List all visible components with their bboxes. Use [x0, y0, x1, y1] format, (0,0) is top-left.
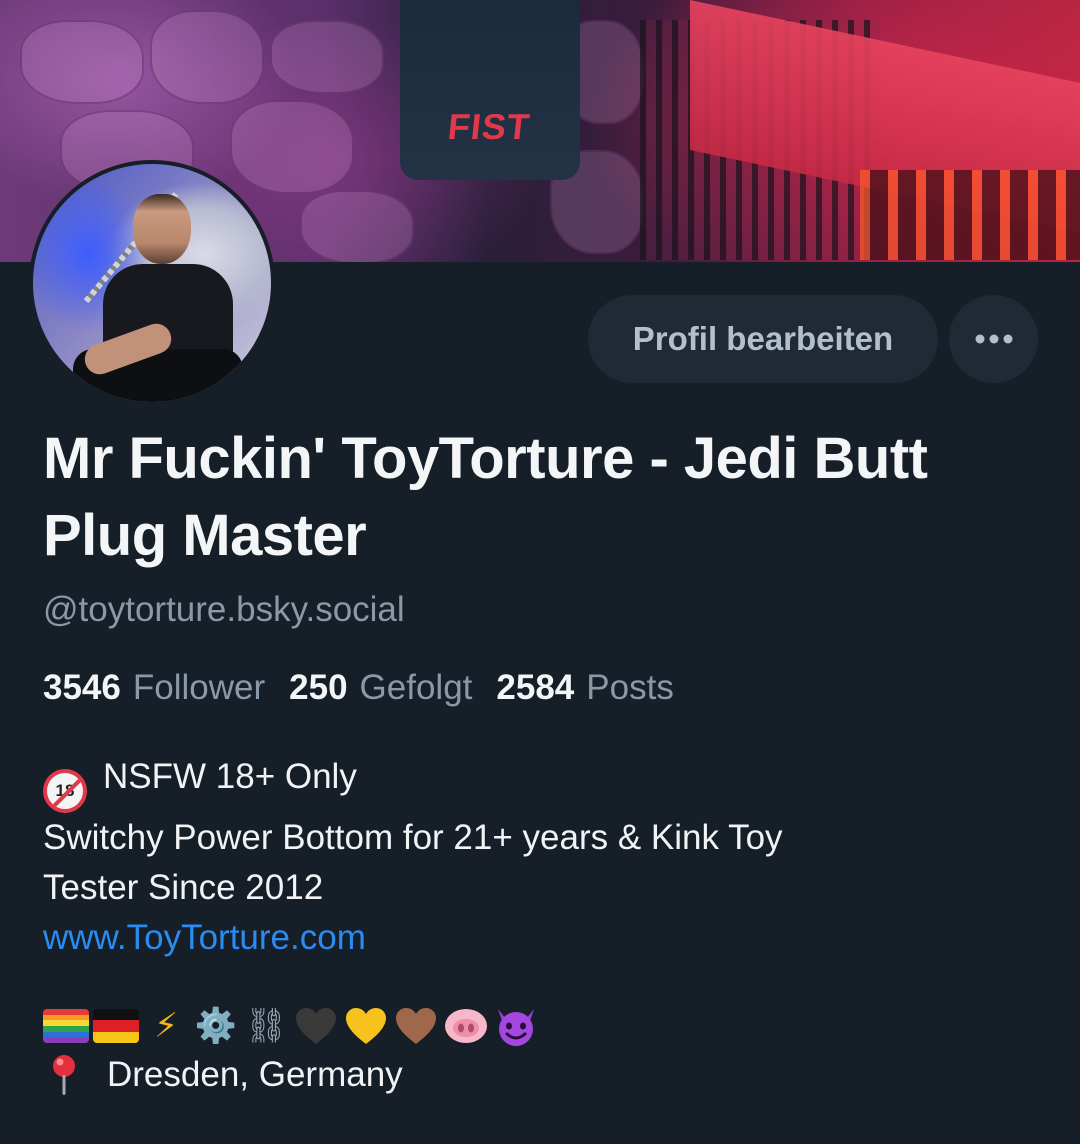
location-pin-icon: [53, 1055, 75, 1095]
avatar[interactable]: [29, 160, 275, 406]
banner-fist-label: FIST: [445, 106, 533, 147]
posts-label: Posts: [586, 668, 674, 707]
posts-stat: 2584 Posts: [496, 668, 673, 708]
followers-stat[interactable]: 3546 Follower: [43, 668, 265, 708]
display-name: Mr Fuckin' ToyTorture - Jedi Butt Plug M…: [43, 426, 928, 568]
gear-icon: ⚙️: [194, 1006, 238, 1046]
profile-stats: 3546 Follower 250 Gefolgt 2584 Posts: [43, 668, 698, 708]
bio-line-3: Tester Since 2012: [43, 868, 324, 907]
more-options-button[interactable]: [949, 295, 1038, 383]
chains-icon: ⛓: [244, 1006, 288, 1046]
bio-line-1: NSFW 18+ Only: [103, 757, 357, 796]
following-stat[interactable]: 250 Gefolgt: [289, 668, 472, 708]
germany-flag-icon: [93, 1004, 139, 1048]
profile-location: Dresden, Germany: [43, 1052, 403, 1098]
smiling-imp-icon: [493, 1004, 539, 1048]
posts-count: 2584: [496, 668, 575, 707]
followers-count: 3546: [43, 668, 121, 707]
pig-nose-icon: [443, 1004, 489, 1048]
yellow-heart-icon: [343, 1004, 389, 1048]
lightning-icon: ⚡: [154, 1006, 178, 1046]
bio-website-link[interactable]: www.ToyTorture.com: [43, 913, 1023, 963]
banner-bag: [400, 0, 580, 180]
brown-heart-icon: [393, 1004, 439, 1048]
bio-line-2: Switchy Power Bottom for 21+ years & Kin…: [43, 818, 783, 857]
edit-profile-button[interactable]: Profil bearbeiten: [588, 295, 938, 383]
following-count: 250: [289, 668, 348, 707]
location-text: Dresden, Germany: [107, 1055, 403, 1094]
no-under-18-icon: 18: [43, 769, 87, 813]
rainbow-flag-icon: [43, 1004, 89, 1048]
bio-emoji-row: ⚡ ⚙️ ⛓: [43, 1003, 539, 1049]
profile-bio: 18 NSFW 18+ Only Switchy Power Bottom for…: [43, 752, 1023, 963]
profile-handle: @toytorture.bsky.social: [43, 590, 405, 629]
followers-label: Follower: [132, 668, 266, 707]
more-horizontal-icon: [975, 334, 1012, 344]
black-heart-icon: [293, 1004, 339, 1048]
following-label: Gefolgt: [359, 668, 473, 707]
